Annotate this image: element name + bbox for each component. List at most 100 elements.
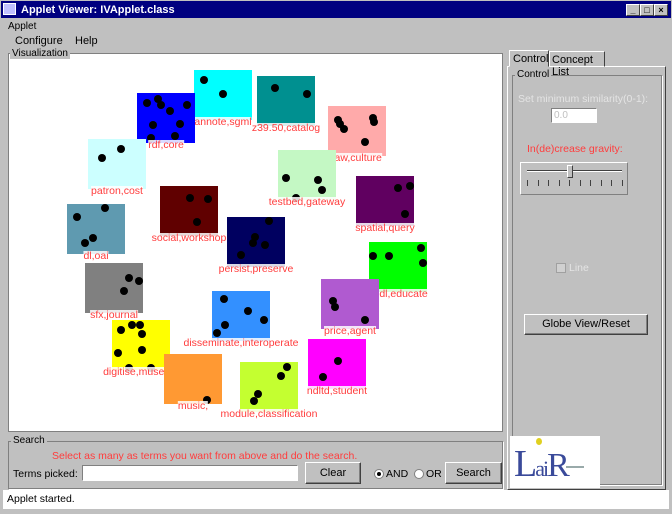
document-dot[interactable] <box>193 218 201 226</box>
document-dot[interactable] <box>394 184 402 192</box>
concept-node[interactable] <box>137 93 195 143</box>
document-dot[interactable] <box>176 120 184 128</box>
concept-node[interactable] <box>212 291 270 341</box>
document-dot[interactable] <box>149 121 157 129</box>
document-dot[interactable] <box>200 76 208 84</box>
document-dot[interactable] <box>101 204 109 212</box>
document-dot[interactable] <box>117 145 125 153</box>
gravity-slider[interactable] <box>520 162 628 195</box>
concept-node[interactable] <box>160 186 218 236</box>
document-dot[interactable] <box>114 349 122 357</box>
document-dot[interactable] <box>303 90 311 98</box>
document-dot[interactable] <box>220 295 228 303</box>
concept-label: rdf,core <box>148 139 184 151</box>
document-dot[interactable] <box>138 346 146 354</box>
concept-node[interactable] <box>257 76 315 126</box>
concept-node[interactable] <box>194 70 252 120</box>
or-radio[interactable] <box>414 469 424 479</box>
concept-label: annote,sgml <box>194 116 252 128</box>
document-dot[interactable] <box>117 326 125 334</box>
document-dot[interactable] <box>135 277 143 285</box>
minimize-button[interactable]: _ <box>626 4 640 16</box>
document-dot[interactable] <box>183 101 191 109</box>
document-dot[interactable] <box>125 274 133 282</box>
slider-tick <box>558 180 560 186</box>
concept-label: spatial,query <box>355 222 415 234</box>
slider-thumb[interactable] <box>566 165 573 178</box>
document-dot[interactable] <box>128 321 136 329</box>
concept-node[interactable] <box>88 139 146 189</box>
document-dot[interactable] <box>73 213 81 221</box>
similarity-input[interactable]: 0.0 <box>551 108 597 123</box>
document-dot[interactable] <box>271 84 279 92</box>
document-dot[interactable] <box>244 307 252 315</box>
control-group <box>512 75 662 485</box>
document-dot[interactable] <box>318 186 326 194</box>
slider-track <box>527 170 622 172</box>
document-dot[interactable] <box>120 287 128 295</box>
document-dot[interactable] <box>250 397 258 405</box>
document-dot[interactable] <box>136 321 144 329</box>
document-dot[interactable] <box>157 101 165 109</box>
document-dot[interactable] <box>417 244 425 252</box>
document-dot[interactable] <box>370 118 378 126</box>
document-dot[interactable] <box>213 329 221 337</box>
document-dot[interactable] <box>143 99 151 107</box>
document-dot[interactable] <box>260 316 268 324</box>
document-dot[interactable] <box>282 174 290 182</box>
document-dot[interactable] <box>385 252 393 260</box>
document-dot[interactable] <box>334 357 342 365</box>
menu-applet[interactable]: Applet <box>8 21 36 32</box>
concept-node[interactable] <box>321 279 379 329</box>
concept-node[interactable] <box>278 150 336 202</box>
document-dot[interactable] <box>221 321 229 329</box>
document-dot[interactable] <box>331 303 339 311</box>
document-dot[interactable] <box>166 107 174 115</box>
document-dot[interactable] <box>265 217 273 225</box>
document-dot[interactable] <box>81 239 89 247</box>
concept-node[interactable] <box>356 176 414 226</box>
document-dot[interactable] <box>340 125 348 133</box>
concept-node[interactable] <box>67 204 125 254</box>
close-button[interactable]: × <box>654 4 668 16</box>
and-radio[interactable] <box>374 469 384 479</box>
line-checkbox[interactable] <box>556 263 566 273</box>
concept-node[interactable] <box>164 354 222 404</box>
document-dot[interactable] <box>319 373 327 381</box>
document-dot[interactable] <box>277 372 285 380</box>
concept-node[interactable] <box>240 362 298 412</box>
document-dot[interactable] <box>401 210 409 218</box>
tab-concept-list[interactable]: Concept List <box>549 51 605 78</box>
document-dot[interactable] <box>237 251 245 259</box>
document-dot[interactable] <box>138 330 146 338</box>
document-dot[interactable] <box>369 252 377 260</box>
search-button[interactable]: Search <box>445 462 502 484</box>
document-dot[interactable] <box>314 176 322 184</box>
menu-help[interactable]: Help <box>75 35 98 47</box>
document-dot[interactable] <box>406 182 414 190</box>
document-dot[interactable] <box>261 241 269 249</box>
logo-text: LaiR <box>514 443 570 485</box>
clear-button[interactable]: Clear <box>305 462 361 484</box>
concept-node[interactable] <box>112 320 170 372</box>
maximize-button[interactable]: □ <box>640 4 654 16</box>
document-dot[interactable] <box>283 363 291 371</box>
tab-control[interactable]: Control <box>509 50 549 67</box>
document-dot[interactable] <box>419 259 427 267</box>
document-dot[interactable] <box>89 234 97 242</box>
document-dot[interactable] <box>219 90 227 98</box>
concept-node[interactable] <box>328 106 386 156</box>
document-dot[interactable] <box>361 138 369 146</box>
terms-picked-input[interactable] <box>82 465 298 481</box>
document-dot[interactable] <box>204 195 212 203</box>
menu-configure[interactable]: Configure <box>15 35 63 47</box>
document-dot[interactable] <box>186 194 194 202</box>
globe-view-reset-button[interactable]: Globe View/Reset <box>524 314 648 335</box>
concept-node[interactable] <box>308 339 366 389</box>
document-dot[interactable] <box>361 316 369 324</box>
document-dot[interactable] <box>98 154 106 162</box>
document-dot[interactable] <box>249 239 257 247</box>
concept-node[interactable] <box>85 263 143 313</box>
visualization-panel[interactable]: annote,sgml rdf,core z39.50,catalog law,cul… <box>8 53 503 432</box>
concept-node[interactable] <box>227 217 285 267</box>
